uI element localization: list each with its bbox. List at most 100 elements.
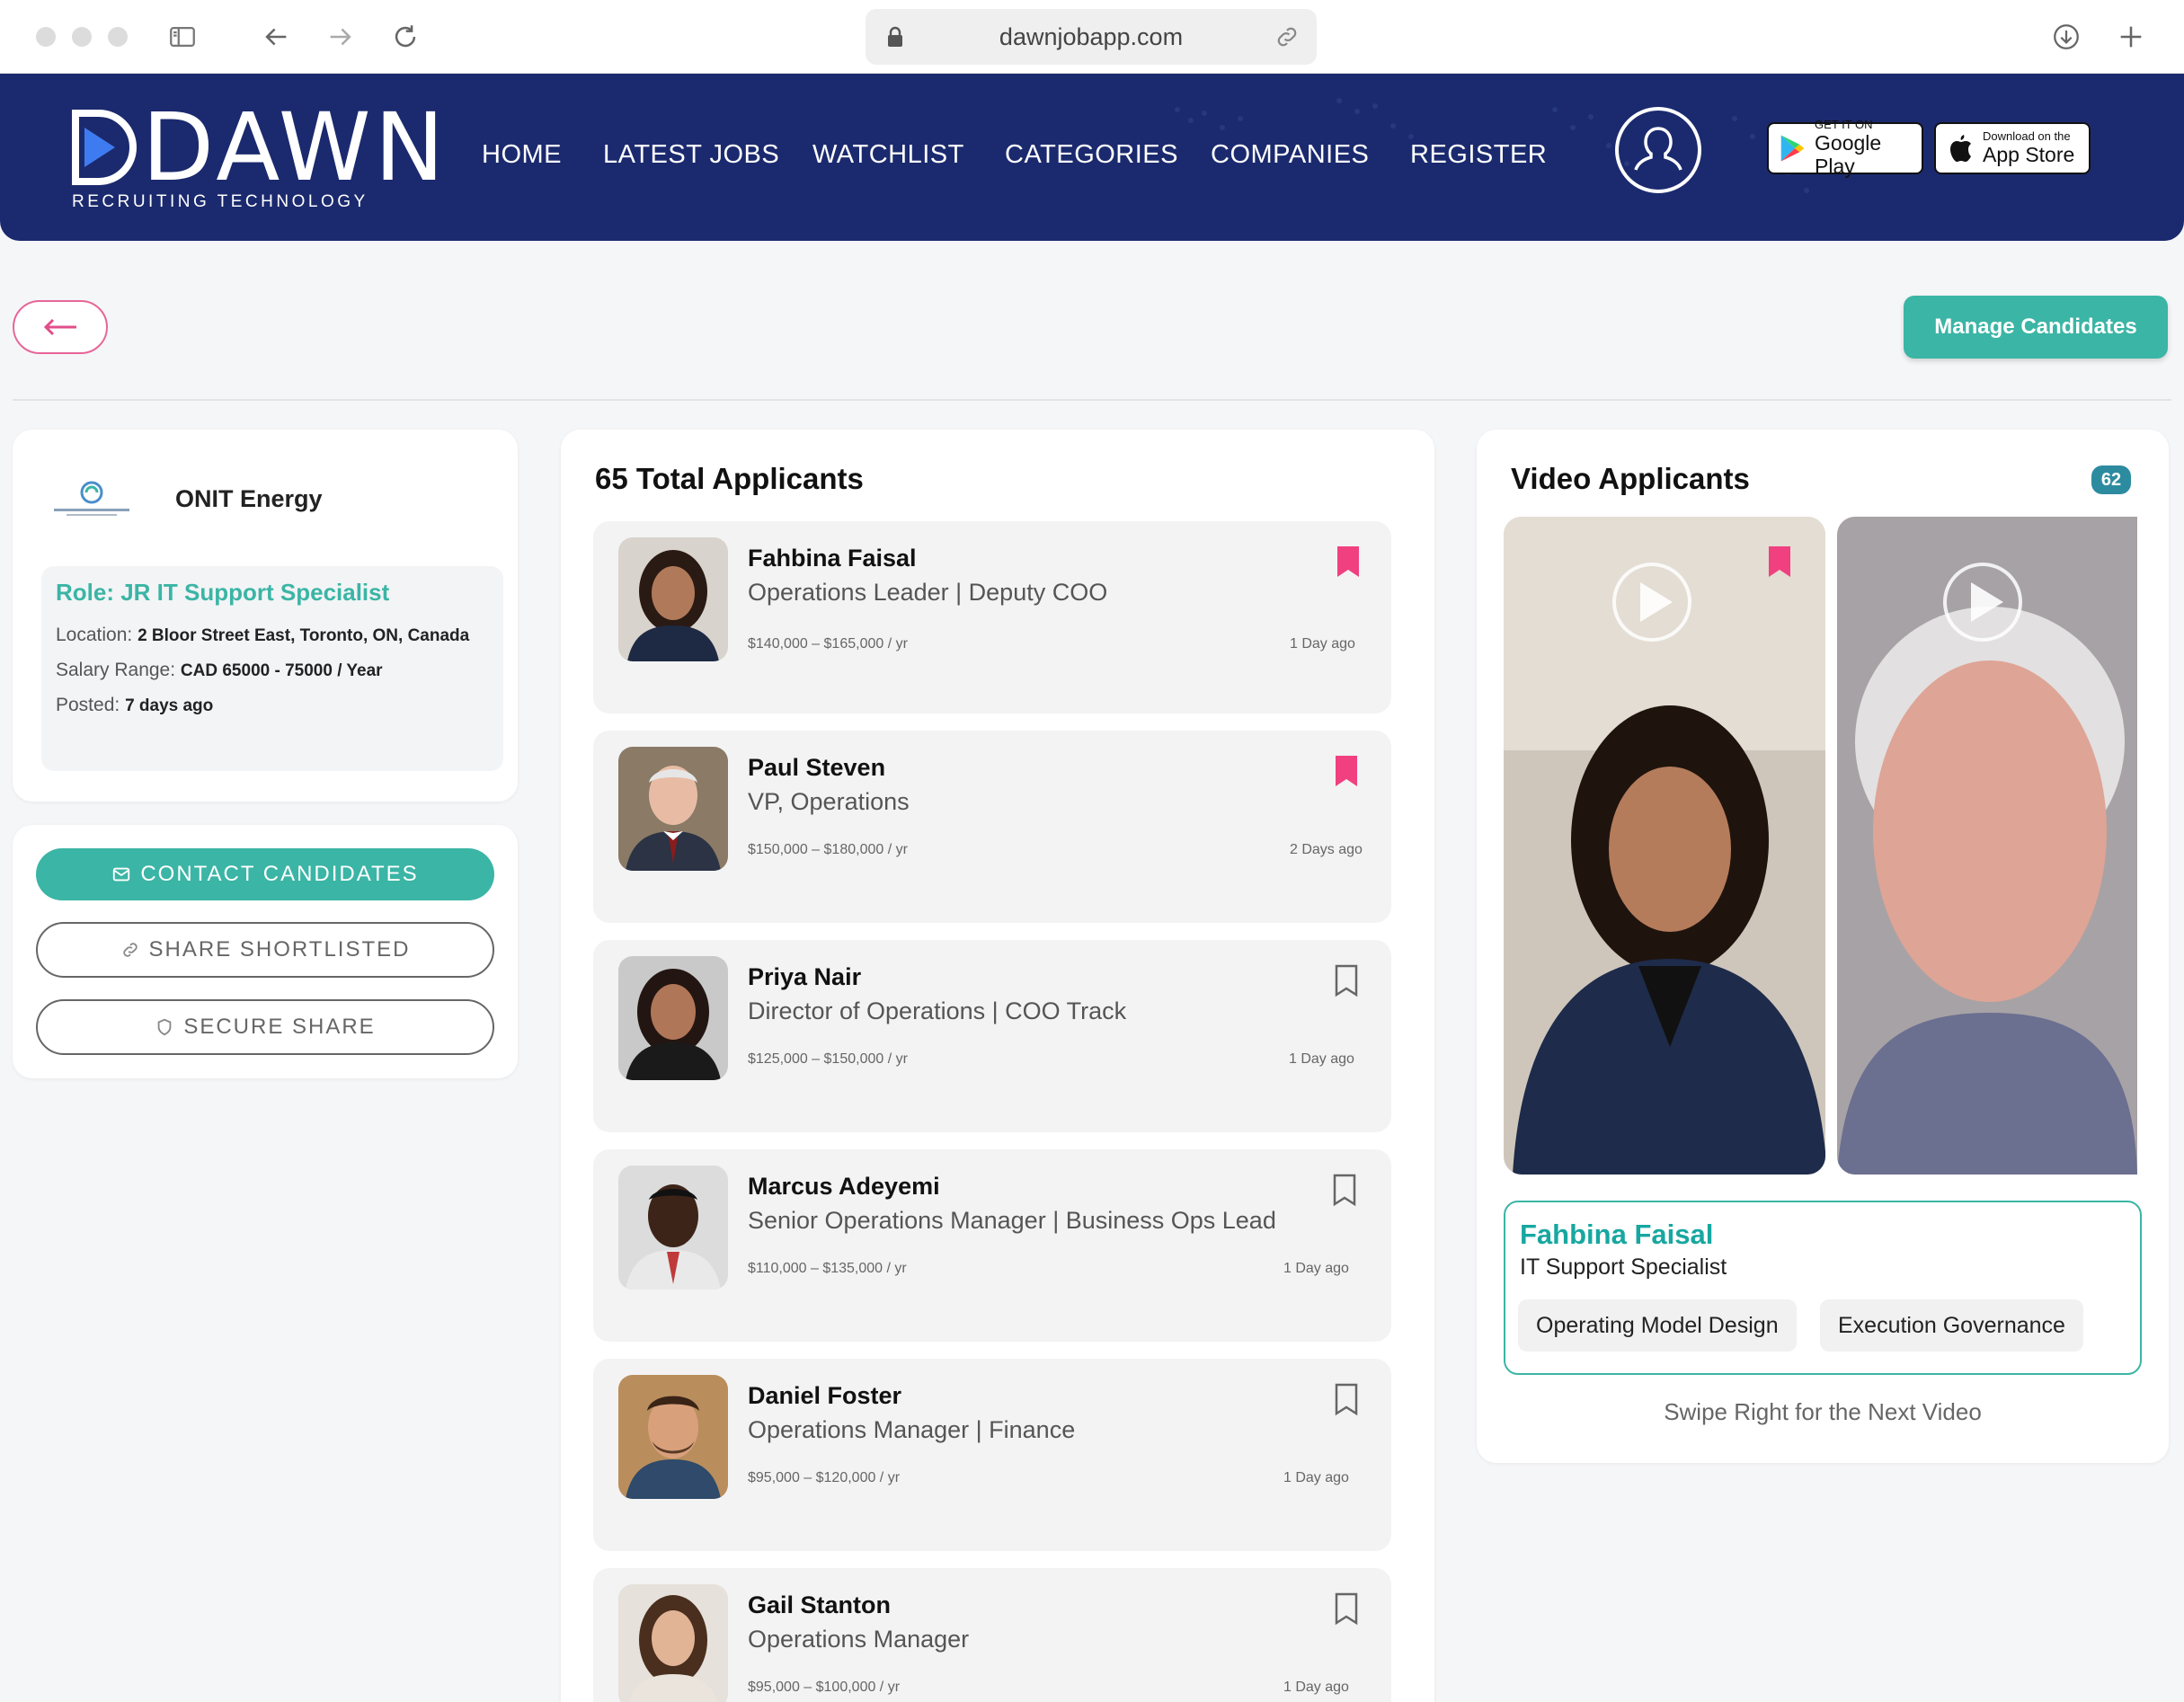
nav-companies[interactable]: COMPANIES xyxy=(1211,140,1369,170)
applicant-salary: $95,000 – $120,000 / yr xyxy=(748,1470,901,1485)
applicant-salary: $140,000 – $165,000 / yr xyxy=(748,636,908,652)
applicant-salary: $125,000 – $150,000 / yr xyxy=(748,1051,908,1067)
applicant-salary: $95,000 – $100,000 / yr xyxy=(748,1680,901,1695)
address-bar[interactable]: dawnjobapp.com xyxy=(866,9,1317,65)
url-text: dawnjobapp.com xyxy=(999,22,1184,50)
app-store-small: Download on the xyxy=(1983,129,2071,143)
applicant-name: Gail Stanton xyxy=(748,1591,892,1618)
manage-candidates-button[interactable]: Manage Candidates xyxy=(1904,296,2168,359)
google-play-badge[interactable]: GET IT ON Google Play xyxy=(1767,119,1923,178)
job-location: Location: 2 Bloor Street East, Toronto, … xyxy=(56,621,489,651)
applicant-title: Operations Leader | Deputy COO xyxy=(748,579,1108,606)
back-arrow-icon xyxy=(43,318,76,336)
applicant-card[interactable]: Daniel Foster Operations Manager | Finan… xyxy=(593,1359,1391,1551)
nav-latest-jobs[interactable]: LATEST JOBS xyxy=(603,140,779,170)
job-details: Role: JR IT Support Specialist Location:… xyxy=(41,566,503,771)
reload-icon[interactable] xyxy=(385,16,426,58)
video-applicant-role: IT Support Specialist xyxy=(1520,1254,1727,1280)
applicant-title: Senior Operations Manager | Business Ops… xyxy=(748,1207,1276,1234)
applicant-title: Director of Operations | COO Track xyxy=(748,997,1127,1024)
applicant-title: Operations Manager | Finance xyxy=(748,1416,1076,1443)
link-icon xyxy=(122,943,138,957)
bookmark-outline-icon[interactable] xyxy=(1334,1591,1359,1626)
location-value: 2 Bloor Street East, Toronto, ON, Canada xyxy=(138,626,470,645)
video-applicant-info: Fahbina Faisal IT Support Specialist Ope… xyxy=(1504,1201,2142,1375)
contact-candidates-button[interactable]: CONTACT CANDIDATES xyxy=(36,848,494,900)
company-name: ONIT Energy xyxy=(175,485,323,512)
new-tab-plus-icon[interactable] xyxy=(2110,16,2152,58)
applicant-name: Fahbina Faisal xyxy=(748,545,917,572)
salary-value: CAD 65000 - 75000 / Year xyxy=(180,661,383,680)
applicants-title: 65 Total Applicants xyxy=(595,462,864,495)
video-count-badge: 62 xyxy=(2091,465,2131,494)
applicant-name: Marcus Adeyemi xyxy=(748,1173,940,1200)
back-arrow-icon[interactable] xyxy=(255,16,297,58)
bookmark-outline-icon[interactable] xyxy=(1334,1382,1359,1416)
lock-icon xyxy=(888,26,902,47)
job-posted: Posted: 7 days ago xyxy=(56,691,489,721)
applicant-salary: $110,000 – $135,000 / yr xyxy=(748,1261,907,1276)
applicant-title: VP, Operations xyxy=(748,788,910,815)
location-label: Location: xyxy=(56,625,133,645)
forward-arrow-icon[interactable] xyxy=(320,16,361,58)
play-icon[interactable] xyxy=(1943,563,2022,642)
applicant-card[interactable]: Priya Nair Director of Operations | COO … xyxy=(593,940,1391,1132)
mail-icon xyxy=(113,867,130,882)
video-applicant-name: Fahbina Faisal xyxy=(1520,1219,1714,1250)
google-play-big: Google Play xyxy=(1815,131,1882,178)
applicant-card[interactable]: Gail Stanton Operations Manager $95,000 … xyxy=(593,1568,1391,1702)
bookmark-outline-icon[interactable] xyxy=(1332,1173,1357,1207)
secure-share-button[interactable]: SECURE SHARE xyxy=(36,999,494,1055)
applicant-photo xyxy=(618,747,728,871)
applicant-photo xyxy=(618,1375,728,1499)
applicant-time: 1 Day ago xyxy=(1283,1470,1349,1485)
dawn-logo[interactable]: DAWN RECRUITING TECHNOLOGY xyxy=(72,93,448,212)
nav-categories[interactable]: CATEGORIES xyxy=(1005,140,1178,170)
sidebar-toggle-icon[interactable] xyxy=(162,16,203,58)
brand-name: DAWN xyxy=(142,93,448,202)
applicant-time: 1 Day ago xyxy=(1283,1261,1349,1276)
app-store-badge[interactable]: Download on the App Store xyxy=(1934,122,2091,174)
share-shortlisted-label: SHARE SHORTLISTED xyxy=(148,937,411,962)
dawn-play-d-icon xyxy=(72,110,137,185)
bookmark-filled-icon[interactable] xyxy=(1334,754,1359,788)
job-role: Role: JR IT Support Specialist xyxy=(56,579,390,606)
window-minimize-dot[interactable] xyxy=(72,27,92,47)
applicant-title: Operations Manager xyxy=(748,1626,970,1653)
job-summary-card: ONIT Energy Role: JR IT Support Speciali… xyxy=(13,430,518,802)
download-icon[interactable] xyxy=(2046,16,2087,58)
applicant-photo xyxy=(618,1166,728,1290)
section-divider xyxy=(13,399,2171,401)
applicant-card[interactable]: Paul Steven VP, Operations $150,000 – $1… xyxy=(593,731,1391,923)
bookmark-filled-icon[interactable] xyxy=(1336,545,1361,579)
nav-watchlist[interactable]: WATCHLIST xyxy=(812,140,964,170)
company-logo xyxy=(54,481,129,516)
bookmark-filled-icon[interactable] xyxy=(1767,545,1792,579)
video-applicants-title: Video Applicants xyxy=(1511,462,1750,495)
contact-candidates-label: CONTACT CANDIDATES xyxy=(140,862,419,886)
applicant-time: 1 Day ago xyxy=(1283,1680,1349,1695)
actions-card: CONTACT CANDIDATES SHARE SHORTLISTED SEC… xyxy=(13,825,518,1078)
applicant-name: Priya Nair xyxy=(748,963,862,990)
back-button[interactable] xyxy=(13,300,108,354)
applicant-card[interactable]: Fahbina Faisal Operations Leader | Deput… xyxy=(593,521,1391,714)
nav-home[interactable]: HOME xyxy=(482,140,562,170)
share-shortlisted-button[interactable]: SHARE SHORTLISTED xyxy=(36,922,494,978)
play-icon[interactable] xyxy=(1612,563,1691,642)
shield-icon xyxy=(157,1018,172,1036)
applicant-salary: $150,000 – $180,000 / yr xyxy=(748,842,908,857)
applicant-time: 1 Day ago xyxy=(1289,1051,1354,1067)
browser-toolbar: dawnjobapp.com xyxy=(0,0,2184,74)
link-icon[interactable] xyxy=(1274,23,1301,50)
user-account-icon[interactable] xyxy=(1615,107,1701,193)
applicant-time: 2 Days ago xyxy=(1290,842,1363,857)
applicant-name: Paul Steven xyxy=(748,754,886,781)
google-play-icon xyxy=(1780,135,1805,162)
applicant-card[interactable]: Marcus Adeyemi Senior Operations Manager… xyxy=(593,1149,1391,1342)
window-zoom-dot[interactable] xyxy=(108,27,128,47)
nav-register[interactable]: REGISTER xyxy=(1410,140,1547,170)
bookmark-outline-icon[interactable] xyxy=(1334,963,1359,997)
app-store-big: App Store xyxy=(1983,143,2075,166)
salary-label: Salary Range: xyxy=(56,660,176,680)
window-close-dot[interactable] xyxy=(36,27,56,47)
